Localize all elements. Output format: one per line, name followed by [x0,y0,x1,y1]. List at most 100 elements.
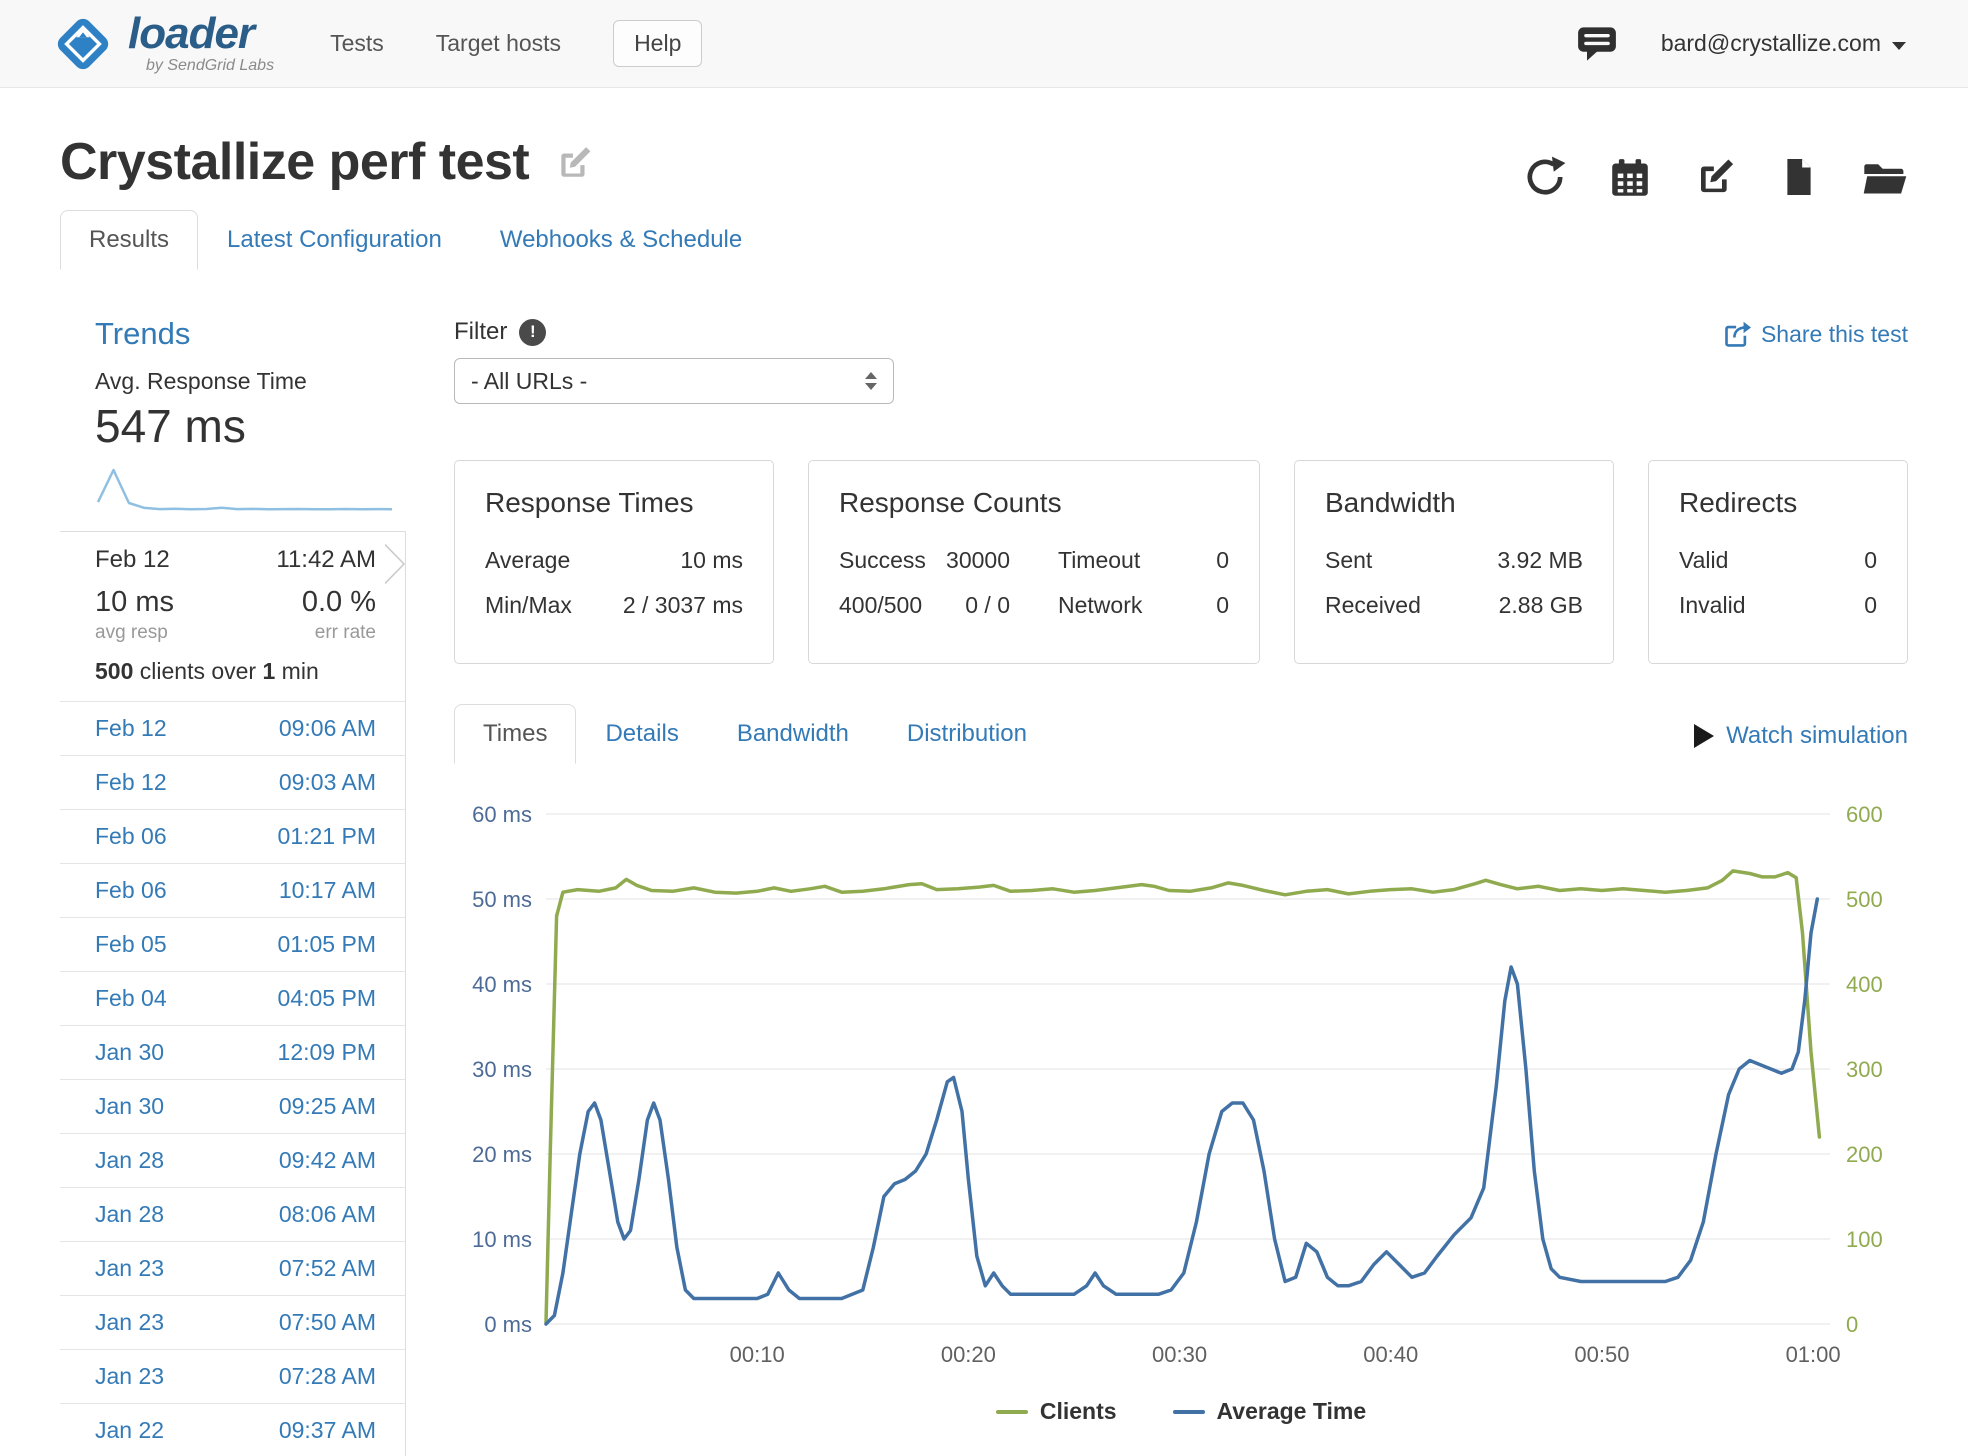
loader-logo[interactable]: loader by SendGrid Labs [52,12,274,75]
stat-card-title: Response Times [485,487,743,519]
history-time: 09:06 AM [279,715,376,742]
tab-latest-configuration[interactable]: Latest Configuration [198,210,471,270]
svg-text:300: 300 [1846,1057,1883,1082]
loader-logo-icon [52,13,114,75]
history-time: 07:52 AM [279,1255,376,1282]
svg-text:00:40: 00:40 [1363,1342,1418,1367]
stat-row: Received 2.88 GB [1325,592,1583,619]
clients-duration: 1 [262,658,275,684]
stat-label: Sent [1325,547,1372,574]
history-row[interactable]: Jan 23 07:52 AM [60,1241,405,1295]
url-filter-select[interactable]: - All URLs - [454,358,894,404]
svg-text:00:50: 00:50 [1574,1342,1629,1367]
archive-test-button[interactable] [1862,158,1908,198]
history-row[interactable]: Feb 06 01:21 PM [60,809,405,863]
legend-label: Average Time [1217,1398,1367,1425]
folder-icon [1862,158,1908,198]
tab-webhooks-schedule[interactable]: Webhooks & Schedule [471,210,771,270]
page-header: Crystallize perf test [60,132,1908,192]
history-date: Jan 23 [95,1309,164,1336]
navbar: loader by SendGrid Labs Tests Target hos… [0,0,1968,88]
schedule-test-button[interactable] [1610,158,1650,198]
stat-label: Average [485,547,570,574]
history-row[interactable]: Jan 23 07:50 AM [60,1295,405,1349]
svg-text:01:00: 01:00 [1786,1342,1841,1367]
rename-test-button[interactable] [555,144,593,185]
nav-tests[interactable]: Tests [330,30,384,57]
history-time: 12:09 PM [278,1039,376,1066]
clients-text: clients over [133,658,262,684]
brand-tagline: by SendGrid Labs [146,57,274,75]
history-row[interactable]: Feb 06 10:17 AM [60,863,405,917]
history-row[interactable]: Jan 28 09:42 AM [60,1133,405,1187]
legend-swatch-icon [996,1410,1028,1414]
legend-item-clients[interactable]: Clients [996,1398,1117,1425]
stat-value: 0 [1864,547,1877,574]
history-time: 01:05 PM [278,931,376,958]
history-row[interactable]: Jan 30 09:25 AM [60,1079,405,1133]
stat-label: Valid [1679,547,1728,574]
svg-text:30 ms: 30 ms [472,1057,532,1082]
err-rate-sublabel: err rate [315,622,376,644]
chart-legend: Clients Average Time [454,1398,1908,1425]
svg-text:0 ms: 0 ms [484,1312,532,1337]
card-response-times: Response Times Average 10 ms Min/Max 2 /… [454,460,774,664]
history-date: Jan 28 [95,1147,164,1174]
stat-value: 30000 [946,547,1010,574]
stat-value: 10 ms [680,547,743,574]
svg-text:40 ms: 40 ms [472,972,532,997]
test-actions-toolbar [1524,156,1908,198]
help-button[interactable]: Help [613,20,702,67]
filter-info-icon[interactable]: ! [519,319,546,346]
svg-text:400: 400 [1846,972,1883,997]
svg-text:200: 200 [1846,1142,1883,1167]
history-date: Jan 30 [95,1039,164,1066]
history-time: 09:37 AM [279,1417,376,1444]
stat-card-title: Redirects [1679,487,1877,519]
edit-test-button[interactable] [1694,156,1736,198]
history-row[interactable]: Jan 23 07:28 AM [60,1349,405,1403]
selected-run[interactable]: Feb 12 11:42 AM 10 ms 0.0 % avg resp err… [60,531,405,701]
history-time: 01:21 PM [278,823,376,850]
history-time: 09:25 AM [279,1093,376,1120]
share-test-link[interactable]: Share this test [1723,320,1908,348]
card-response-counts: Response Counts Success 30000 400/500 0 … [808,460,1260,664]
clients-summary: 500 clients over 1 min [95,658,376,685]
primary-nav: Tests Target hosts Help [330,20,702,67]
chart-tab-bandwidth[interactable]: Bandwidth [708,704,878,764]
chart-tab-times[interactable]: Times [454,704,576,764]
history-row[interactable]: Feb 04 04:05 PM [60,971,405,1025]
stat-label: Network [1058,592,1142,619]
trends-heading: Trends [60,316,406,352]
legend-item-average-time[interactable]: Average Time [1173,1398,1367,1425]
history-date: Jan 23 [95,1255,164,1282]
chart-tab-distribution[interactable]: Distribution [878,704,1056,764]
nav-target-hosts[interactable]: Target hosts [436,30,561,57]
history-date: Feb 06 [95,823,167,850]
selected-run-time: 11:42 AM [276,546,376,574]
svg-text:10 ms: 10 ms [472,1227,532,1252]
chart-tab-details[interactable]: Details [576,704,707,764]
history-row[interactable]: Jan 30 12:09 PM [60,1025,405,1079]
user-email: bard@crystallize.com [1661,30,1881,57]
history-date: Jan 28 [95,1201,164,1228]
history-row[interactable]: Feb 05 01:05 PM [60,917,405,971]
svg-text:00:10: 00:10 [730,1342,785,1367]
watch-simulation-link[interactable]: Watch simulation [1694,722,1908,750]
history-row[interactable]: Feb 12 09:06 AM [60,701,405,755]
card-redirects: Redirects Valid 0 Invalid 0 [1648,460,1908,664]
history-row[interactable]: Jan 28 08:06 AM [60,1187,405,1241]
rerun-test-button[interactable] [1524,156,1566,198]
duplicate-test-button[interactable] [1780,156,1818,198]
history-row[interactable]: Jan 22 09:37 AM [60,1403,405,1456]
history-row[interactable]: Feb 12 09:03 AM [60,755,405,809]
history-date: Feb 12 [95,715,167,742]
url-filter-value: - All URLs - [471,368,587,395]
select-arrows-icon [865,372,877,390]
svg-text:100: 100 [1846,1227,1883,1252]
stat-row: Invalid 0 [1679,592,1877,619]
feedback-button[interactable] [1577,25,1617,63]
tab-results[interactable]: Results [60,210,198,270]
user-menu[interactable]: bard@crystallize.com [1661,30,1906,57]
svg-text:20 ms: 20 ms [472,1142,532,1167]
